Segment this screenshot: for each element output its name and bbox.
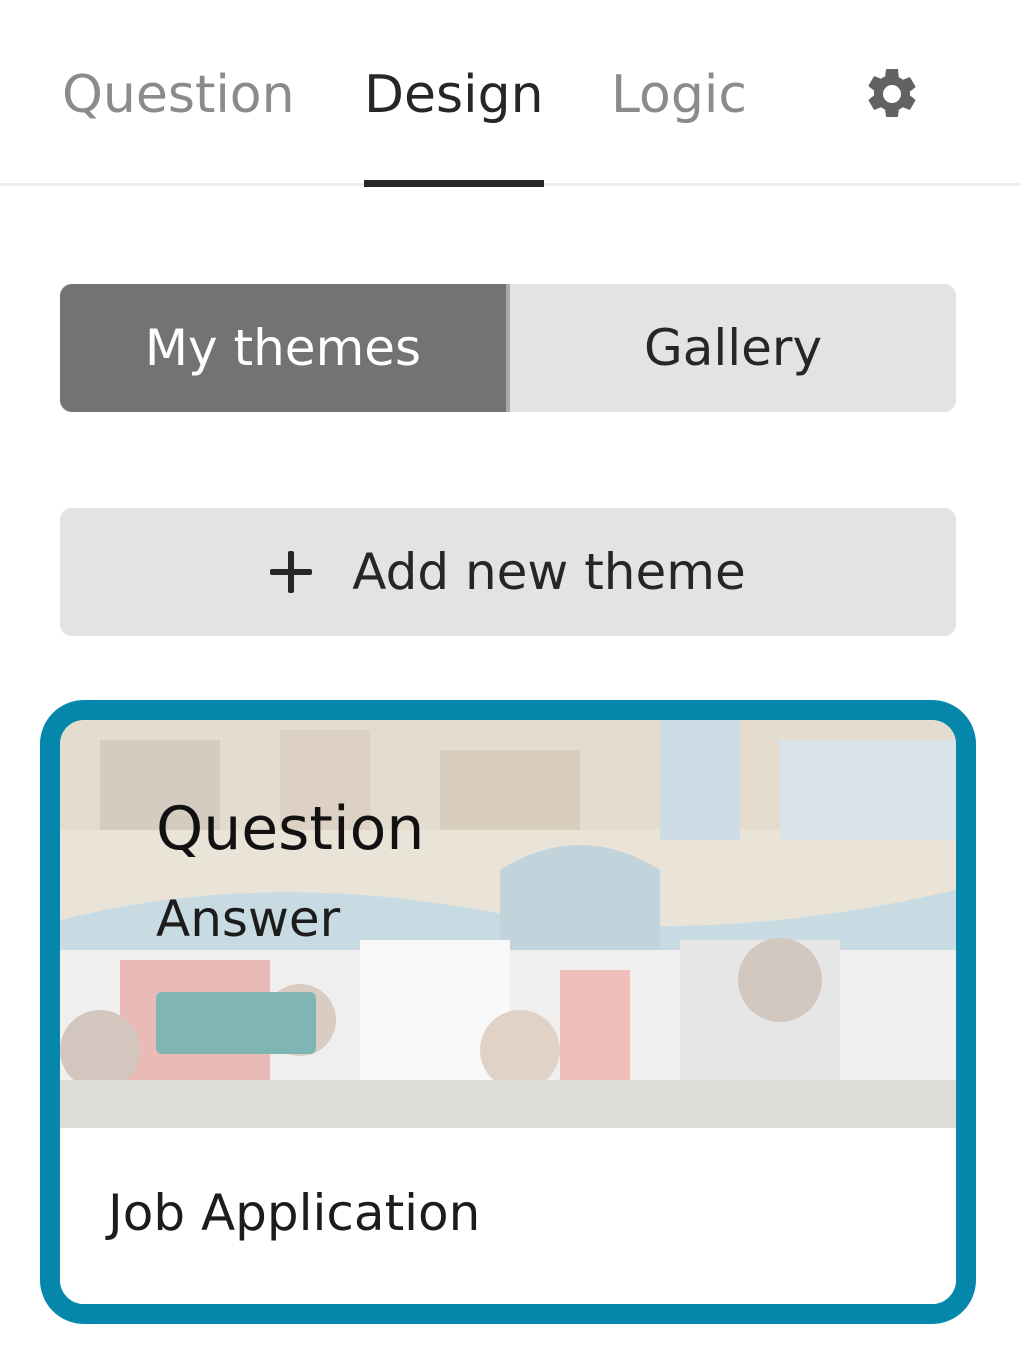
tab-design[interactable]: Design [364, 60, 544, 130]
tab-logic[interactable]: Logic [611, 60, 747, 130]
plus-icon [270, 551, 313, 593]
theme-preview: Question Answer [60, 720, 956, 1128]
gear-icon [868, 68, 916, 117]
preview-button-swatch [156, 992, 316, 1054]
theme-source-toggle: My themes Gallery [60, 284, 956, 412]
theme-card[interactable]: Question Answer Job Application [40, 700, 976, 1324]
preview-question-text: Question [156, 794, 425, 864]
add-new-theme-label: Add new theme [352, 543, 746, 601]
my-themes-button[interactable]: My themes [60, 284, 510, 412]
theme-design-panel: Question Design Logic My themes Gallery … [0, 0, 1020, 1360]
gallery-button[interactable]: Gallery [510, 284, 956, 412]
settings-button[interactable] [860, 62, 924, 126]
theme-name: Job Application [108, 1184, 481, 1242]
active-tab-indicator [364, 180, 544, 187]
tab-question[interactable]: Question [62, 60, 295, 130]
add-new-theme-button[interactable]: Add new theme [60, 508, 956, 636]
panel-tabs: Question Design Logic [0, 0, 1020, 187]
theme-card-footer: Job Application [60, 1128, 956, 1304]
preview-answer-text: Answer [156, 890, 341, 948]
